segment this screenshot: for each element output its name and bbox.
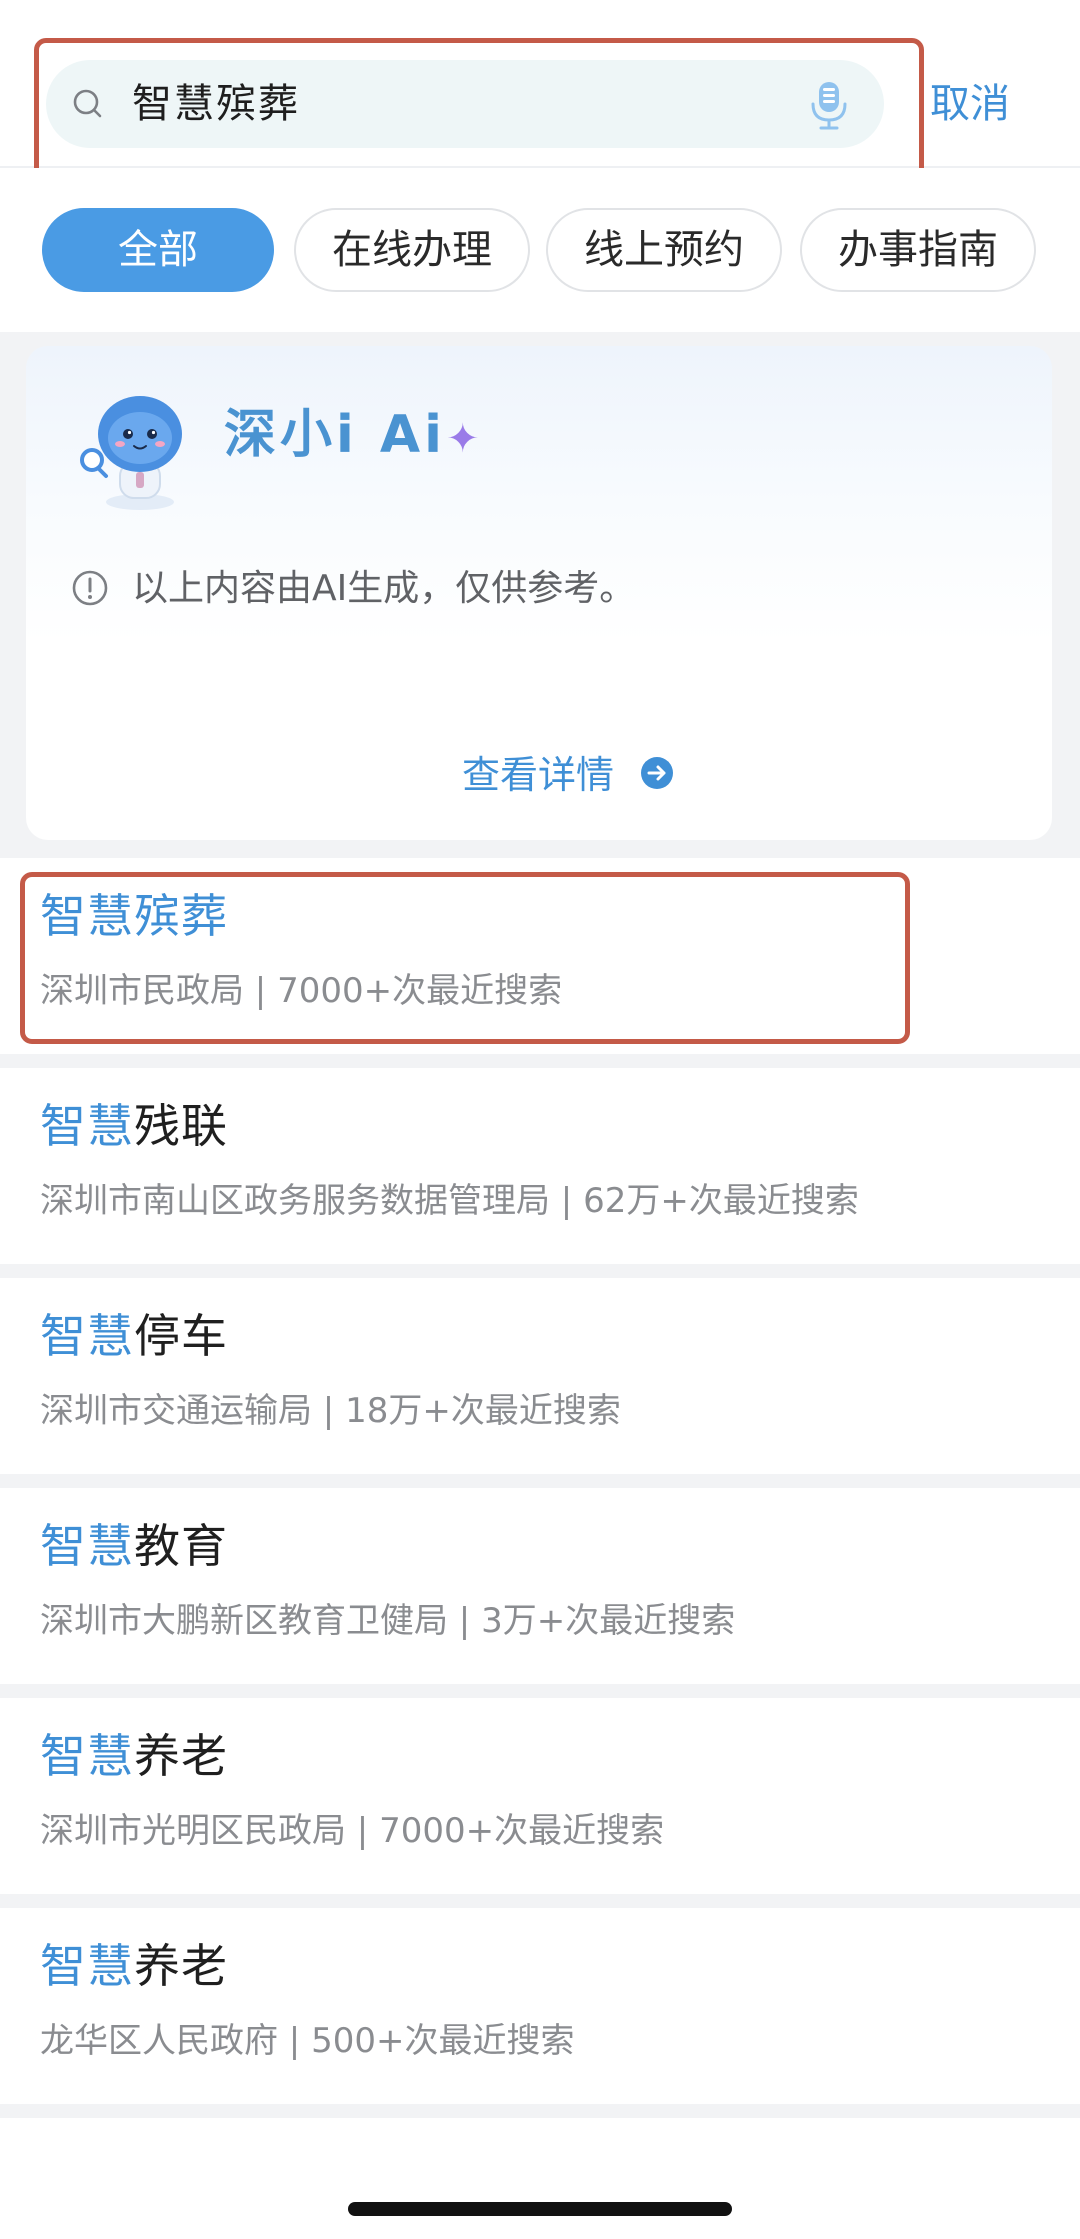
result-item[interactable]: 智慧残联 深圳市南山区政务服务数据管理局 | 62万+次最近搜索 (0, 1068, 1080, 1264)
arrow-right-circle-icon[interactable] (640, 756, 674, 790)
ai-disclaimer-text: 以上内容由AI生成，仅供参考。 (132, 568, 636, 609)
result-title-highlight: 智慧 (40, 1729, 134, 1783)
result-title: 智慧残联 (40, 1096, 228, 1156)
robot-mascot-icon (80, 396, 182, 510)
result-subtitle: 深圳市光明区民政局 | 7000+次最近搜索 (40, 1811, 665, 1851)
search-annotation-box (34, 38, 924, 184)
tab-all[interactable]: 全部 (42, 208, 274, 292)
info-icon (72, 570, 108, 606)
result-title-rest: 停车 (134, 1309, 228, 1363)
result-title: 智慧养老 (40, 1726, 228, 1786)
result-title-highlight: 智慧 (40, 1519, 134, 1573)
result-title: 智慧教育 (40, 1516, 228, 1576)
result-subtitle: 深圳市交通运输局 | 18万+次最近搜索 (40, 1391, 621, 1431)
sparkle-icon: ✦ (446, 416, 484, 462)
result-title-highlight: 智慧 (40, 1309, 134, 1363)
result-subtitle: 龙华区人民政府 | 500+次最近搜索 (40, 2021, 575, 2061)
tab-service-guide[interactable]: 办事指南 (800, 208, 1036, 292)
result-annotation-box (20, 872, 910, 1044)
result-title-rest: 养老 (134, 1939, 228, 1993)
result-subtitle: 深圳市南山区政务服务数据管理局 | 62万+次最近搜索 (40, 1181, 859, 1221)
result-item[interactable]: 智慧停车 深圳市交通运输局 | 18万+次最近搜索 (0, 1278, 1080, 1474)
result-item[interactable]: 智慧养老 龙华区人民政府 | 500+次最近搜索 (0, 1908, 1080, 2104)
result-title-rest: 教育 (134, 1519, 228, 1573)
result-item[interactable]: 智慧养老 深圳市光明区民政局 | 7000+次最近搜索 (0, 1698, 1080, 1894)
filter-tab-bar: 全部 在线办理 线上预约 办事指南 (0, 168, 1080, 332)
result-title-rest: 养老 (134, 1729, 228, 1783)
tab-online-service[interactable]: 在线办理 (294, 208, 530, 292)
ai-brand-title: 深小i Ai✦ (224, 400, 484, 474)
result-item[interactable]: 智慧教育 深圳市大鹏新区教育卫健局 | 3万+次最近搜索 (0, 1488, 1080, 1684)
ai-assistant-card: 深小i Ai✦ 以上内容由AI生成，仅供参考。 查看详情 (26, 346, 1052, 840)
cancel-button[interactable]: 取消 (930, 78, 1010, 130)
result-item-partial[interactable] (0, 2118, 1080, 2178)
result-subtitle: 深圳市大鹏新区教育卫健局 | 3万+次最近搜索 (40, 1601, 736, 1641)
result-title-highlight: 智慧 (40, 1099, 134, 1153)
result-title: 智慧停车 (40, 1306, 228, 1366)
result-title-rest: 残联 (134, 1099, 228, 1153)
tab-online-booking[interactable]: 线上预约 (546, 208, 782, 292)
home-indicator[interactable] (348, 2202, 732, 2216)
result-title-highlight: 智慧 (40, 1939, 134, 1993)
ai-brand-text: 深小i Ai (224, 405, 446, 465)
result-title: 智慧养老 (40, 1936, 228, 1996)
view-details-link[interactable]: 查看详情 (462, 750, 614, 800)
